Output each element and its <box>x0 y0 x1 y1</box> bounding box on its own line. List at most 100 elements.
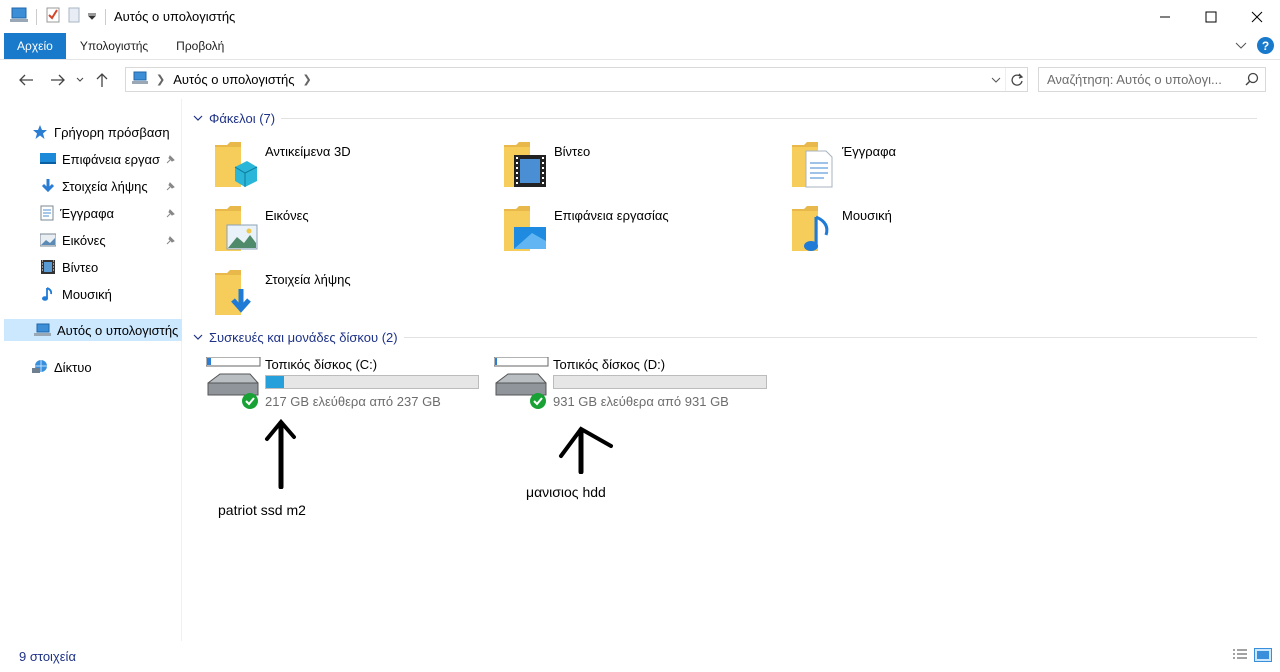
sidebar-item-label: Εικόνες <box>62 232 106 248</box>
recent-locations-button[interactable] <box>72 66 88 94</box>
drive-usage-fill <box>266 376 284 388</box>
arrow-left-icon <box>19 74 33 86</box>
hard-drive-icon <box>494 357 549 409</box>
folder-tile[interactable]: Επιφάνεια εργασίας <box>502 205 669 253</box>
sidebar-item-this-pc[interactable]: Αυτός ο υπολογιστής <box>4 319 182 341</box>
pin-icon[interactable] <box>165 234 175 249</box>
folder-tile[interactable]: Εικόνες <box>213 205 309 253</box>
pin-icon[interactable] <box>165 180 175 195</box>
sidebar-item-documents[interactable]: Έγγραφα <box>40 202 114 224</box>
title-bar: Αυτός ο υπολογιστής <box>0 0 1280 33</box>
drive-tile-d[interactable]: Τοπικός δίσκος (D:) 931 GB ελεύθερα από … <box>494 357 774 413</box>
sidebar-item-label: Δίκτυο <box>54 359 92 375</box>
download-icon <box>41 179 55 193</box>
pin-icon[interactable] <box>165 207 175 222</box>
address-bar[interactable]: ❯ Αυτός ο υπολογιστής ❯ <box>125 67 1028 92</box>
folder-video-icon <box>504 142 546 187</box>
drive-usage-bar <box>265 375 479 389</box>
address-row: ❯ Αυτός ο υπολογιστής ❯ Αναζήτηση: Αυτός… <box>0 61 1280 99</box>
sidebar-item-pictures[interactable]: Εικόνες <box>40 229 106 251</box>
help-icon[interactable]: ? <box>1257 37 1274 54</box>
folder-pictures-icon <box>215 206 258 251</box>
new-folder-icon[interactable] <box>67 7 81 26</box>
tab-view[interactable]: Προβολή <box>162 33 238 59</box>
search-icon <box>1245 72 1259 89</box>
sidebar-item-quick-access[interactable]: Γρήγορη πρόσβαση <box>32 121 170 143</box>
breadcrumb-item-this-pc[interactable]: Αυτός ο υπολογιστής <box>173 72 294 87</box>
drive-label: Τοπικός δίσκος (D:) <box>553 357 666 372</box>
tab-computer[interactable]: Υπολογιστής <box>66 33 162 59</box>
sidebar-item-label: Μουσική <box>62 286 112 302</box>
breadcrumb-separator-icon[interactable]: ❯ <box>303 73 312 86</box>
maximize-icon <box>1205 11 1217 22</box>
sidebar-item-desktop[interactable]: Επιφάνεια εργασ <box>40 148 182 170</box>
status-bar: 9 στοιχεία <box>0 641 1280 672</box>
sidebar-item-videos[interactable]: Βίντεο <box>40 256 98 278</box>
drive-usage-bar <box>553 375 767 389</box>
close-icon <box>1251 11 1263 22</box>
sidebar-item-downloads[interactable]: Στοιχεία λήψης <box>40 175 148 197</box>
folder-music-icon <box>792 206 829 251</box>
network-icon <box>32 360 47 373</box>
properties-icon[interactable] <box>45 7 61 26</box>
refresh-button[interactable] <box>1005 68 1027 91</box>
minimize-icon <box>1160 16 1170 17</box>
breadcrumb: ❯ Αυτός ο υπολογιστής ❯ <box>132 71 312 88</box>
minimize-button[interactable] <box>1142 0 1188 33</box>
group-divider <box>403 337 1257 338</box>
close-button[interactable] <box>1234 0 1280 33</box>
up-button[interactable] <box>88 66 116 94</box>
tab-file[interactable]: Αρχείο <box>4 33 66 59</box>
music-icon <box>42 287 53 301</box>
search-input[interactable]: Αναζήτηση: Αυτός ο υπολογι... <box>1038 67 1266 92</box>
arrow-up-icon <box>96 73 108 87</box>
arrow-right-icon <box>51 74 65 86</box>
details-view-icon <box>1233 649 1247 659</box>
folder-tile[interactable]: Μουσική <box>790 205 892 253</box>
item-count: 9 στοιχεία <box>19 649 76 664</box>
pin-icon[interactable] <box>165 153 175 168</box>
folder-label: Στοιχεία λήψης <box>265 272 351 287</box>
address-bar-controls <box>987 68 1027 91</box>
folder-tile[interactable]: Βίντεο <box>502 141 590 189</box>
refresh-icon <box>1010 73 1023 86</box>
large-icons-view-icon <box>1254 648 1272 662</box>
address-history-button[interactable] <box>987 68 1005 91</box>
folder-tile[interactable]: Έγγραφα <box>790 141 896 189</box>
group-header-drives[interactable]: Συσκευές και μονάδες δίσκου (2) <box>193 330 1265 345</box>
back-button[interactable] <box>12 66 40 94</box>
expand-ribbon-button[interactable] <box>1235 38 1247 53</box>
folder-tile[interactable]: Στοιχεία λήψης <box>213 269 351 317</box>
group-header-label: Συσκευές και μονάδες δίσκου (2) <box>209 330 398 345</box>
details-view-button[interactable] <box>1232 648 1248 665</box>
chevron-down-icon <box>1235 42 1247 49</box>
annotation-label-d: μανισιος hdd <box>526 484 606 500</box>
customize-toolbar-icon[interactable] <box>87 9 97 24</box>
folder-label: Αντικείμενα 3D <box>265 144 351 159</box>
sidebar-item-network[interactable]: Δίκτυο <box>32 356 92 378</box>
star-icon <box>33 125 47 139</box>
folder-tile[interactable]: Αντικείμενα 3D <box>213 141 351 189</box>
drive-label: Τοπικός δίσκος (C:) <box>265 357 378 372</box>
drive-tile-c[interactable]: Τοπικός δίσκος (C:) 217 GB ελεύθερα από … <box>206 357 486 413</box>
folder-documents-icon <box>792 142 833 188</box>
sidebar-item-music[interactable]: Μουσική <box>40 283 112 305</box>
window-controls <box>1142 0 1280 33</box>
annotation-arrow-icon <box>559 426 613 474</box>
chevron-down-icon <box>193 115 203 121</box>
quick-access-toolbar <box>0 0 108 33</box>
forward-button[interactable] <box>44 66 72 94</box>
drive-free-space: 931 GB ελεύθερα από 931 GB <box>553 394 729 409</box>
folder-label: Έγγραφα <box>842 144 897 159</box>
group-divider <box>281 118 1257 119</box>
group-header-folders[interactable]: Φάκελοι (7) <box>193 111 1265 126</box>
view-switcher <box>1232 648 1272 665</box>
ribbon-tabs: Αρχείο Υπολογιστής Προβολή ? <box>0 33 1280 60</box>
maximize-button[interactable] <box>1188 0 1234 33</box>
hard-drive-icon <box>206 357 261 409</box>
window-title: Αυτός ο υπολογιστής <box>114 9 236 24</box>
large-icons-view-button[interactable] <box>1254 648 1272 665</box>
drive-free-space: 217 GB ελεύθερα από 237 GB <box>265 394 441 409</box>
annotation-arrow-icon <box>265 419 296 489</box>
computer-icon <box>34 323 51 336</box>
